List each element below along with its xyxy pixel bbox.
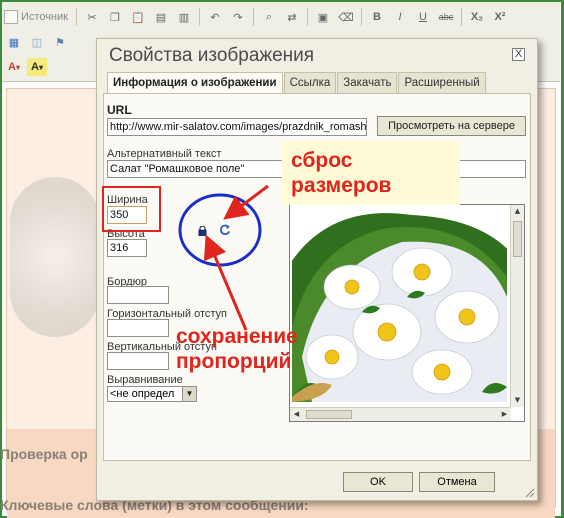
find-icon[interactable]: ⌕	[259, 8, 279, 26]
cut-icon[interactable]: ✂	[82, 8, 102, 26]
scroll-thumb[interactable]	[513, 221, 522, 257]
italic-button[interactable]: I	[390, 8, 410, 26]
toolbar-separator	[306, 8, 308, 26]
annotation-highlight-rect	[102, 186, 161, 232]
align-select[interactable]: <не определ ▼	[107, 386, 197, 402]
image-preview: ▲ ▼ ◀ ▶	[289, 204, 525, 422]
tab-upload[interactable]: Закачать	[337, 72, 398, 93]
browse-server-button[interactable]: Просмотреть на сервере	[377, 116, 526, 136]
bg-color-icon: A	[31, 61, 39, 73]
content-text-line: Проверка ор	[0, 446, 88, 462]
paste-icon[interactable]: 📋	[128, 8, 148, 26]
url-label: URL	[107, 103, 132, 117]
tab-image-info[interactable]: Информация о изображении	[107, 72, 283, 94]
scroll-down-icon[interactable]: ▼	[511, 394, 524, 407]
toolbar-row-3: A ▾ A ▾	[4, 56, 50, 78]
close-button[interactable]: X	[512, 48, 525, 61]
vspace-input[interactable]	[107, 352, 169, 370]
dialog-tabs: Информация о изображении Ссылка Закачать…	[107, 72, 487, 94]
text-color-icon: A	[8, 61, 16, 73]
paste-word-icon[interactable]: ▥	[174, 8, 194, 26]
text-color-button[interactable]: A ▾	[4, 58, 24, 76]
strike-button[interactable]: abc	[436, 8, 456, 26]
source-label: Источник	[21, 11, 68, 23]
flash-icon[interactable]: ◫	[27, 33, 47, 51]
toolbar-separator	[460, 8, 462, 26]
scroll-left-icon[interactable]: ◀	[290, 408, 303, 421]
ok-button[interactable]: OK	[343, 472, 413, 492]
scroll-right-icon[interactable]: ▶	[498, 408, 511, 421]
superscript-button[interactable]: X²	[490, 8, 510, 26]
copy-icon[interactable]: ❐	[105, 8, 125, 26]
reset-size-icon[interactable]	[219, 224, 231, 236]
subscript-button[interactable]: X₂	[467, 8, 487, 26]
hspace-input[interactable]	[107, 319, 169, 337]
dialog-title: Свойства изображения	[109, 45, 315, 66]
redo-icon[interactable]: ↷	[228, 8, 248, 26]
remove-format-icon[interactable]: ⌫	[336, 8, 356, 26]
preview-vertical-scrollbar[interactable]: ▲ ▼	[510, 205, 524, 407]
replace-icon[interactable]: ⇄	[282, 8, 302, 26]
toolbar-separator	[252, 8, 254, 26]
salad-image	[292, 207, 507, 402]
background-image	[10, 177, 100, 337]
toolbar-separator	[75, 8, 77, 26]
chevron-down-icon[interactable]: ▼	[182, 387, 196, 401]
scroll-up-icon[interactable]: ▲	[511, 205, 524, 218]
annotation-keep-proportions: сохранение пропорций	[176, 325, 298, 373]
chevron-down-icon: ▾	[38, 62, 43, 72]
tab-link[interactable]: Ссылка	[283, 72, 337, 93]
align-label: Выравнивание	[107, 374, 183, 386]
select-all-icon[interactable]: ▣	[313, 8, 333, 26]
height-input[interactable]: 316	[107, 239, 147, 257]
cancel-button[interactable]: Отмена	[419, 472, 495, 492]
undo-icon[interactable]: ↶	[205, 8, 225, 26]
url-input[interactable]: http://www.mir-salatov.com/images/prazdn…	[107, 118, 367, 136]
alt-text-label: Альтернативный текст	[107, 148, 222, 160]
scroll-thumb[interactable]	[306, 410, 352, 419]
border-input[interactable]	[107, 286, 169, 304]
bg-color-button[interactable]: A ▾	[27, 58, 47, 76]
toolbar-row-1: Источник ✂ ❐ 📋 ▤ ▥ ↶ ↷ ⌕ ⇄ ▣ ⌫ B I U abc…	[4, 6, 513, 28]
image-properties-dialog: Свойства изображения X Информация о изоб…	[96, 38, 538, 501]
preview-horizontal-scrollbar[interactable]: ◀ ▶	[290, 407, 511, 421]
image-icon[interactable]: ▦	[4, 33, 24, 51]
anchor-flag-icon[interactable]: ⚑	[50, 33, 70, 51]
resize-grip-icon[interactable]	[525, 488, 535, 498]
underline-button[interactable]: U	[413, 8, 433, 26]
toolbar-row-2: ▦ ◫ ⚑	[4, 31, 73, 53]
toolbar-separator	[198, 8, 200, 26]
chevron-down-icon: ▾	[15, 62, 20, 72]
toolbar-separator	[360, 8, 362, 26]
paste-text-icon[interactable]: ▤	[151, 8, 171, 26]
source-button[interactable]: Источник	[4, 10, 68, 24]
tab-advanced[interactable]: Расширенный	[398, 72, 486, 93]
source-icon	[4, 10, 18, 24]
bold-button[interactable]: B	[367, 8, 387, 26]
annotation-reset-sizes: сброс размеров	[291, 149, 392, 197]
lock-ratio-icon[interactable]	[198, 226, 207, 236]
align-selected-value: <не определ	[110, 388, 175, 400]
